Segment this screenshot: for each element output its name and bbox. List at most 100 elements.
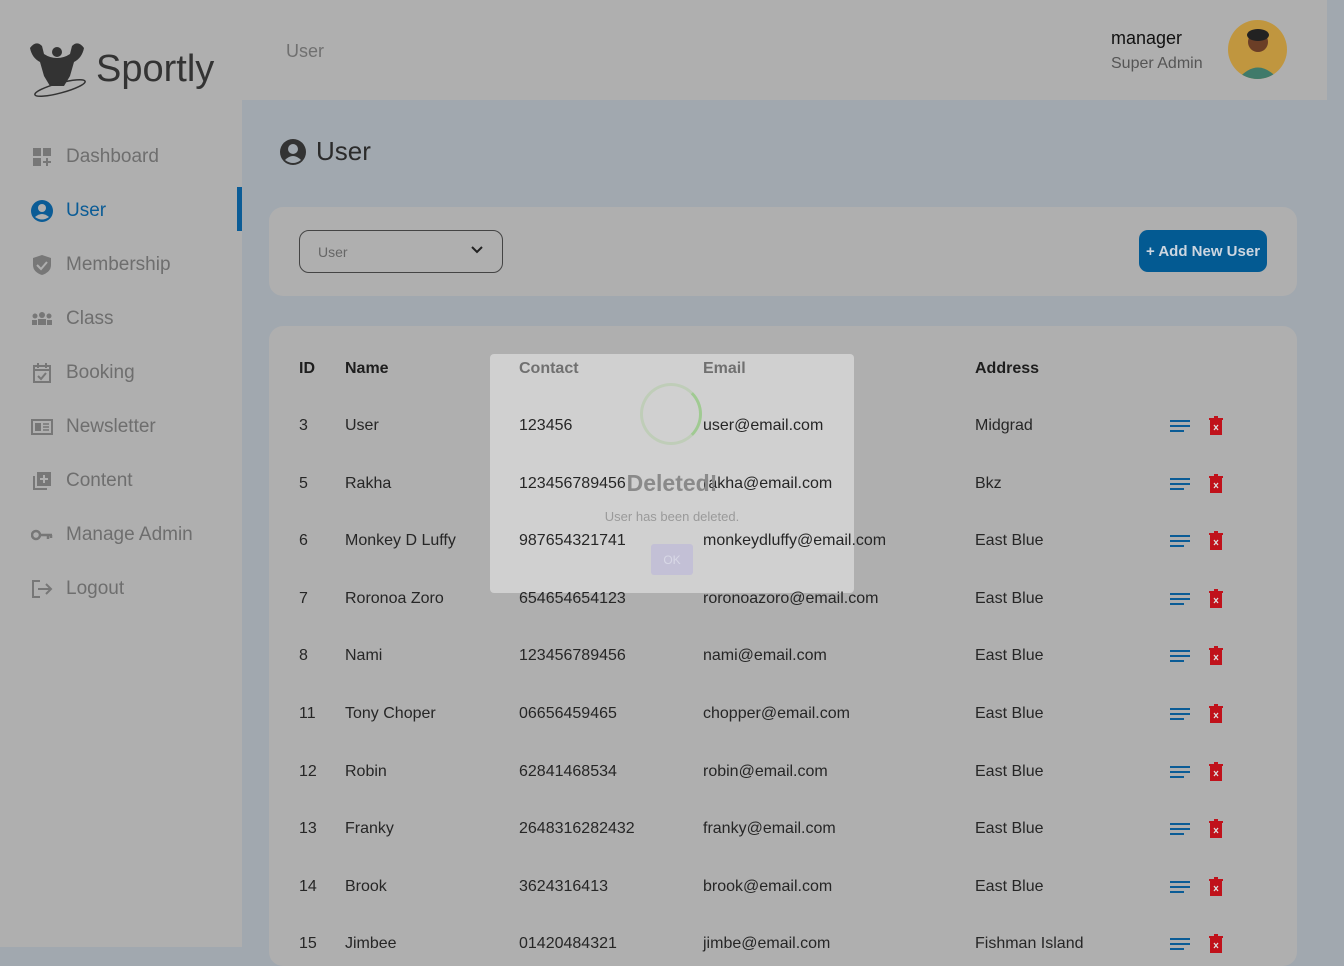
table-row: 5 Rakha 123456789456 rakha@email.com Bkz	[0, 473, 1344, 495]
delete-icon[interactable]	[1209, 876, 1223, 896]
user-name: manager	[1111, 28, 1183, 48]
cell-id: 5	[299, 474, 308, 492]
sidebar-item-booking[interactable]: Booking	[30, 358, 135, 388]
page-title: User	[279, 136, 371, 167]
delete-icon[interactable]	[1209, 934, 1223, 954]
user-role: Super Admin	[1111, 55, 1203, 72]
sidebar-item-label: Class	[66, 308, 114, 329]
cell-address: East Blue	[975, 647, 1044, 665]
cell-email: jimbe@email.com	[703, 935, 831, 953]
sidebar-item-membership[interactable]: Membership	[30, 250, 171, 280]
cell-address: Fishman Island	[975, 935, 1084, 953]
cell-email: roronoazoro@email.com	[703, 589, 879, 607]
cell-contact: 123456	[519, 417, 573, 434]
bodybuilder-logo-icon	[30, 43, 86, 98]
cell-name: Monkey D Luffy	[345, 532, 456, 550]
details-icon[interactable]	[1170, 765, 1190, 779]
sidebar-item-class[interactable]: Class	[30, 304, 114, 334]
table-row: 12 Robin 62841468534 robin@email.com East Bl…	[0, 761, 1344, 783]
cell-address: East Blue	[975, 877, 1044, 895]
sidebar-item-user[interactable]: User	[30, 196, 106, 226]
delete-icon[interactable]	[1209, 473, 1223, 493]
cell-contact: 62841468534	[519, 762, 617, 780]
delete-icon[interactable]	[1209, 819, 1223, 839]
cell-id: 12	[299, 762, 317, 780]
cell-name: Roronoa Zoro	[345, 589, 444, 607]
column-header-id: ID	[299, 360, 315, 377]
cell-name: Nami	[345, 647, 383, 665]
cell-id: 3	[299, 417, 308, 434]
role-select[interactable]: User	[299, 230, 503, 273]
table-row: 3 User 123456 user@email.com Midgrad	[0, 416, 1344, 437]
breadcrumb: User	[286, 41, 325, 61]
cell-address: East Blue	[975, 820, 1044, 838]
delete-icon[interactable]	[1209, 531, 1223, 551]
cell-name: Rakha	[345, 474, 392, 492]
delete-icon[interactable]	[1209, 588, 1223, 608]
brand-logo[interactable]: Sportly	[26, 40, 214, 98]
details-icon[interactable]	[1170, 822, 1190, 836]
cell-contact: 123456789456	[519, 647, 626, 665]
cell-address: Bkz	[975, 474, 1002, 492]
chevron-down-icon	[471, 246, 483, 254]
cell-address: East Blue	[975, 705, 1044, 722]
delete-icon[interactable]	[1209, 416, 1223, 435]
sidebar-item-label: User	[66, 200, 107, 221]
delete-icon[interactable]	[1209, 704, 1223, 723]
cell-contact: 3624316413	[519, 877, 608, 895]
cell-email: rakha@email.com	[703, 474, 833, 492]
cell-id: 6	[299, 532, 308, 550]
cell-contact: 01420484321	[519, 935, 617, 953]
page-edge	[1327, 0, 1344, 947]
details-icon[interactable]	[1170, 937, 1190, 951]
shield-check-icon	[30, 254, 54, 276]
group-icon	[30, 308, 54, 330]
cell-address: Midgrad	[975, 417, 1033, 434]
table-row: 13 Franky 2648316282432 franky@email.com Eas…	[0, 819, 1344, 840]
details-icon[interactable]	[1170, 592, 1190, 606]
cell-email: robin@email.com	[703, 762, 828, 780]
cell-id: 11	[299, 705, 316, 722]
active-indicator	[237, 187, 242, 231]
table-row: 7 Roronoa Zoro 654654654123 roronoazoro@ema…	[0, 588, 1344, 610]
sidebar-item-label: Dashboard	[66, 146, 159, 167]
cell-email: brook@email.com	[703, 877, 833, 895]
page-title-text: User	[316, 136, 371, 166]
cell-id: 8	[299, 647, 308, 665]
details-icon[interactable]	[1170, 534, 1190, 548]
details-icon[interactable]	[1170, 880, 1190, 894]
filter-card: User + Add New User	[269, 207, 1297, 296]
cell-address: East Blue	[975, 589, 1044, 607]
avatar[interactable]	[1228, 20, 1287, 79]
column-header-name: Name	[345, 360, 389, 377]
cell-contact: 123456789456	[519, 474, 626, 492]
column-header-address: Address	[975, 360, 1040, 377]
details-icon[interactable]	[1170, 649, 1190, 663]
role-select-value: User	[318, 244, 348, 260]
cell-address: East Blue	[975, 532, 1044, 550]
details-icon[interactable]	[1170, 419, 1190, 433]
sidebar-item-dashboard[interactable]: Dashboard	[30, 142, 159, 172]
cell-contact: 654654654123	[519, 589, 626, 607]
cell-contact: 2648316282432	[519, 820, 635, 838]
table-row: 8 Nami 123456789456 nami@email.com East Blue	[0, 646, 1344, 667]
sidebar-item-label: Booking	[66, 362, 135, 383]
table-row: 15 Jimbee 01420484321 jimbe@email.com Fishma…	[0, 934, 1344, 955]
add-new-user-button[interactable]: + Add New User	[1139, 230, 1267, 272]
column-header-contact: Contact	[519, 360, 579, 377]
cell-name: Tony Choper	[345, 705, 436, 722]
cell-id: 13	[299, 820, 317, 838]
cell-id: 15	[299, 935, 317, 953]
dashboard-icon	[30, 146, 54, 168]
cell-name: Robin	[345, 762, 387, 780]
details-icon[interactable]	[1170, 707, 1190, 721]
cell-name: Franky	[345, 820, 394, 838]
delete-icon[interactable]	[1209, 761, 1223, 781]
cell-email: chopper@email.com	[703, 705, 850, 722]
ok-button[interactable]: OK	[651, 544, 693, 575]
cell-address: East Blue	[975, 762, 1044, 780]
calendar-check-icon	[30, 362, 54, 384]
delete-icon[interactable]	[1209, 646, 1223, 666]
cell-id: 14	[299, 877, 317, 895]
details-icon[interactable]	[1170, 477, 1190, 491]
